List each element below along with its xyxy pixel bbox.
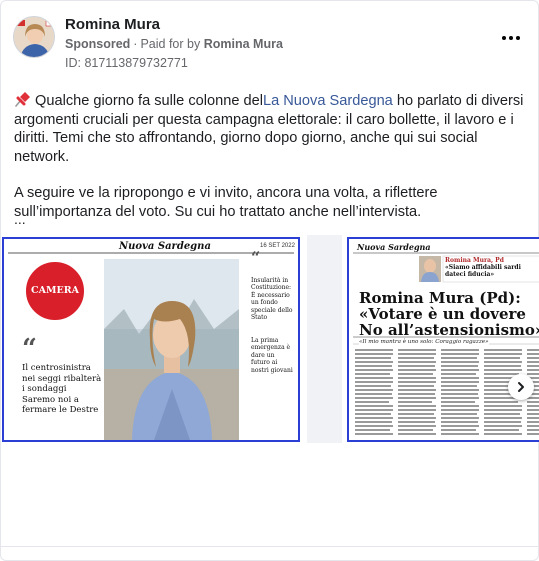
headline-line-3: No all’astensionismo»	[359, 321, 539, 339]
ad-id: ID: 817113879732771	[65, 56, 188, 70]
carousel-next-button[interactable]	[508, 374, 534, 400]
newspaper-clipping-2[interactable]: Nuova Sardegna Romina Mura, Pd «Siamo af…	[347, 237, 539, 442]
post-paragraph-2: A seguire ve la ripropongo e vi invito, …	[14, 185, 438, 220]
advertiser-name[interactable]: Romina Mura	[204, 37, 283, 51]
ad-card: Romina Mura Sponsored · Paid for by Romina…	[0, 0, 539, 561]
svg-text:“: “	[251, 248, 260, 267]
chevron-right-icon	[518, 382, 524, 392]
pin-icon	[15, 92, 30, 107]
masthead-1: Nuova Sardegna	[119, 241, 211, 252]
svg-text:“: “	[22, 334, 37, 364]
carousel-gap	[307, 235, 342, 443]
more-icon	[502, 36, 506, 40]
paid-for-by-text: Paid for by	[140, 37, 201, 51]
post-header: Romina Mura Sponsored · Paid for by Romina…	[12, 13, 526, 75]
box-title: Romina Mura, Pd	[445, 257, 504, 264]
page-name[interactable]: Romina Mura	[65, 16, 160, 33]
box-quote: «Siamo affidabili sardi dateci fiducia»	[445, 264, 521, 278]
side-text-1: Insularità in Costituzione: È necessario…	[251, 277, 293, 322]
post-text: Qualche giorno fa sulle colonne delLa Nu…	[14, 91, 529, 239]
quote-headline: Il centrosinistra nei seggi ribalterà i …	[22, 363, 102, 415]
side-text-2: La prima emergenza è dare un futuro ai n…	[251, 337, 293, 374]
camera-badge: CAMERA	[31, 285, 79, 296]
post-paragraph-1: Qualche giorno fa sulle colonne delLa Nu…	[14, 91, 529, 166]
image-carousel[interactable]: “ “ Nuova Sardegna 16 SET 2022 CAMERA Il…	[1, 235, 539, 443]
subheadline: «Il mio mantra è uno solo: Coraggio raga…	[359, 339, 489, 345]
sponsored-label: Sponsored · Paid for by Romina Mura	[65, 37, 283, 51]
more-button[interactable]	[498, 31, 524, 45]
sponsored-text: Sponsored	[65, 37, 131, 51]
avatar[interactable]	[13, 16, 55, 58]
date-1: 16 SET 2022	[260, 243, 295, 249]
divider	[1, 546, 539, 547]
newspaper-clipping-1[interactable]: “ “ Nuova Sardegna 16 SET 2022 CAMERA Il…	[2, 237, 300, 442]
masthead-2: Nuova Sardegna	[357, 242, 431, 252]
see-more-ellipsis[interactable]: ...	[14, 211, 26, 227]
para1-pre: Qualche giorno fa sulle colonne del	[35, 93, 263, 109]
newspaper-link[interactable]: La Nuova Sardegna	[263, 93, 393, 109]
